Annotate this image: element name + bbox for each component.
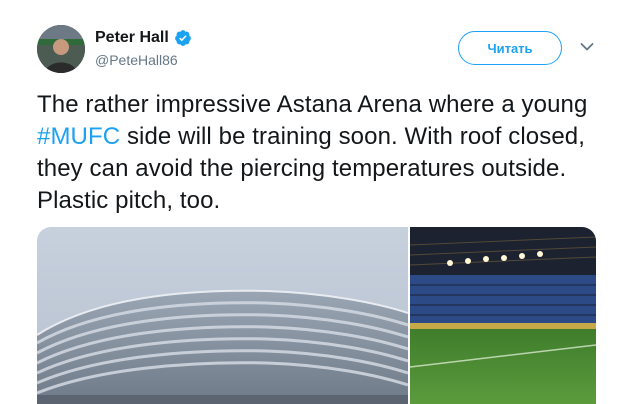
avatar[interactable] [37,25,85,73]
more-options-button[interactable] [577,38,597,58]
follow-button[interactable]: Читать [458,31,562,65]
username-handle[interactable]: @PeteHall86 [95,52,192,68]
tweet-card: Peter Hall @PeteHall86 Читать The rather… [0,0,617,404]
hashtag-link[interactable]: #MUFC [37,123,120,150]
name-row: Peter Hall [95,27,192,49]
tweet-text: The rather impressive Astana Arena where… [37,89,602,217]
tweet-text-after: side will be training soon. With roof cl… [37,123,585,214]
astana-arena-exterior-photo[interactable] [37,227,408,404]
astana-arena-interior-pitch-photo[interactable] [410,227,596,404]
tweet-text-before: The rather impressive Astana Arena where… [37,91,588,118]
display-name[interactable]: Peter Hall [95,29,169,47]
media-grid [37,227,596,404]
user-block: Peter Hall @PeteHall86 [95,27,192,68]
chevron-down-icon [580,39,594,57]
verified-badge-icon [174,29,192,47]
